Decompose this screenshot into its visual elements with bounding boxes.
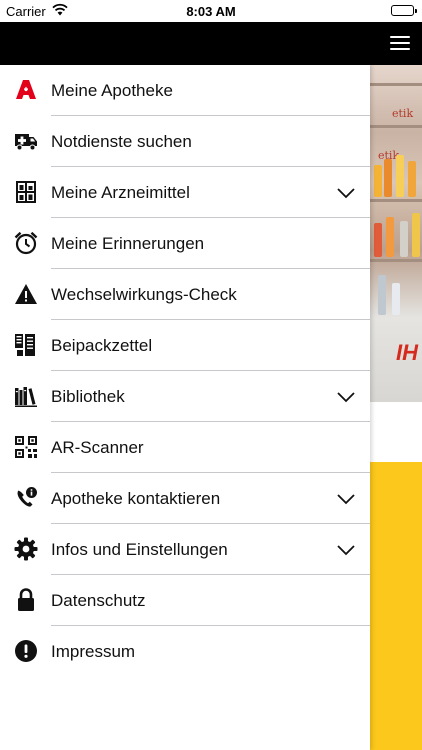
menu-item-wechselwirkungs-check[interactable]: Wechselwirkungs-Check (0, 269, 370, 320)
phone-info-icon (14, 486, 38, 510)
menu-item-label: Beipackzettel (51, 336, 153, 355)
menu-item-beipackzettel[interactable]: Beipackzettel (0, 320, 370, 371)
menu-item-label: Meine Erinnerungen (51, 234, 205, 253)
chevron-down-icon[interactable] (336, 540, 356, 560)
yellow-banner (370, 462, 422, 750)
menu-item-label: Wechselwirkungs-Check (51, 285, 237, 304)
menu-item-label: Apotheke kontaktieren (51, 489, 221, 508)
navigation-bar (0, 22, 422, 65)
menu-item-bibliothek[interactable]: Bibliothek (0, 371, 370, 422)
menu-item-infos-und-einstellungen[interactable]: Infos und Einstellungen (0, 524, 370, 575)
chevron-down-icon[interactable] (336, 489, 356, 509)
menu-item-ar-scanner[interactable]: AR-Scanner (0, 422, 370, 473)
menu-item-label: Infos und Einstellungen (51, 540, 228, 559)
side-drawer-menu: Meine Apotheke Notdienste suchen Meine A… (0, 65, 370, 750)
status-bar: Carrier 8:03 AM (0, 0, 422, 22)
brand-text: etik (392, 107, 414, 120)
hamburger-menu-button[interactable] (390, 33, 410, 53)
background-content: etik etik IH (370, 65, 422, 750)
gear-icon (14, 537, 38, 561)
library-icon (14, 384, 38, 408)
menu-item-apotheke-kontaktieren[interactable]: Apotheke kontaktieren (0, 473, 370, 524)
menu-item-label: Bibliothek (51, 387, 125, 406)
menu-item-label: Impressum (51, 642, 136, 661)
promo-text: IH (396, 340, 418, 365)
info-exclamation-icon (14, 639, 38, 663)
menu-item-label: Meine Apotheke (51, 81, 173, 100)
qr-code-icon (14, 435, 38, 459)
chevron-down-icon[interactable] (336, 183, 356, 203)
pharmacy-shelf-image: etik etik IH (370, 65, 422, 402)
battery-icon (391, 5, 417, 16)
menu-item-label: AR-Scanner (51, 438, 144, 457)
menu-item-notdienste-suchen[interactable]: Notdienste suchen (0, 116, 370, 167)
menu-item-datenschutz[interactable]: Datenschutz (0, 575, 370, 626)
clock: 8:03 AM (186, 4, 236, 19)
ambulance-icon (14, 129, 38, 153)
menu-item-label: Meine Arzneimittel (51, 183, 190, 202)
menu-item-meine-erinnerungen[interactable]: Meine Erinnerungen (0, 218, 370, 269)
alarm-clock-icon (14, 231, 38, 255)
menu-item-impressum[interactable]: Impressum (0, 626, 370, 677)
pharmacy-icon (14, 78, 38, 102)
leaflet-icon (14, 333, 38, 357)
menu-item-meine-arzneimittel[interactable]: Meine Arzneimittel (0, 167, 370, 218)
lock-icon (14, 588, 38, 612)
menu-item-label: Datenschutz (51, 591, 146, 610)
medicine-cabinet-icon (14, 180, 38, 204)
warning-icon (14, 282, 38, 306)
menu-item-label: Notdienste suchen (51, 132, 192, 151)
menu-item-meine-apotheke[interactable]: Meine Apotheke (0, 65, 370, 116)
chevron-down-icon[interactable] (336, 387, 356, 407)
